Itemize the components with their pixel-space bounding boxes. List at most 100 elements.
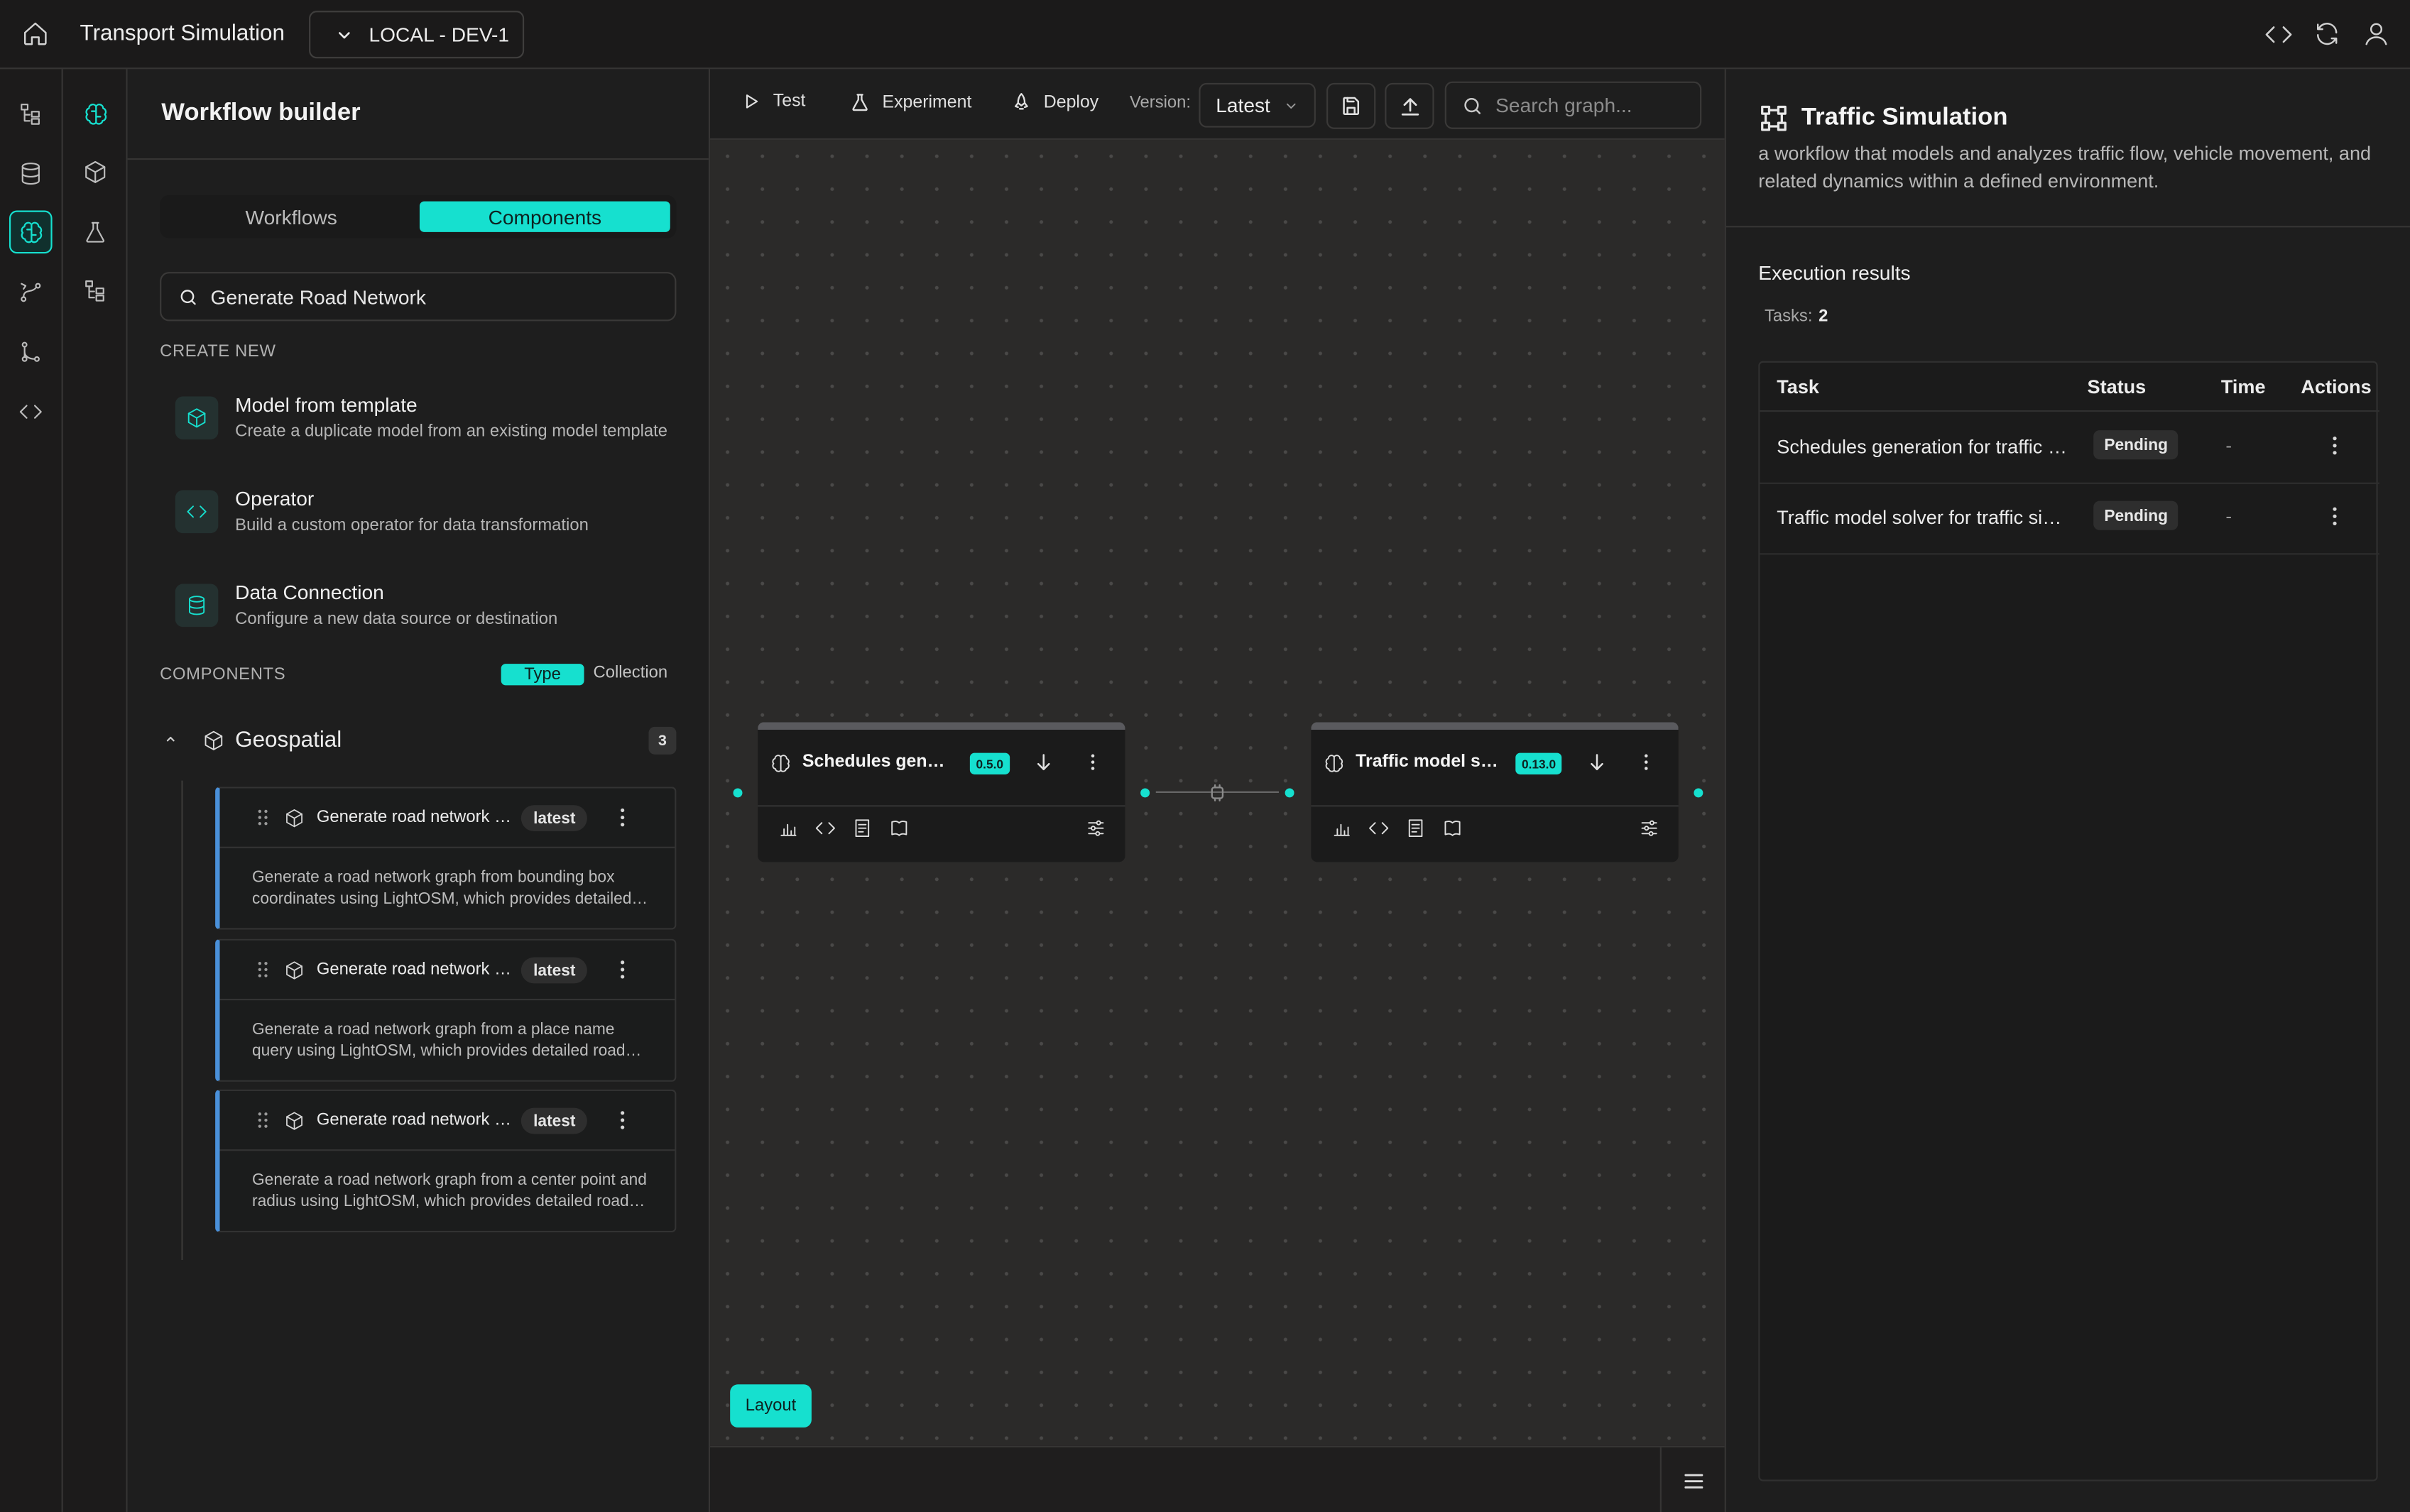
more-vertical-icon[interactable] <box>610 958 635 982</box>
create-data-connection[interactable]: Data Connection Configure a new data sou… <box>175 581 667 648</box>
table-row[interactable]: Schedules generation for traffic simulat… <box>1760 413 2379 484</box>
menu-button[interactable] <box>1659 1447 1725 1512</box>
cube-icon[interactable] <box>74 150 117 194</box>
create-new-heading: CREATE NEW <box>160 342 276 361</box>
component-card[interactable]: Generate road network from bounding box … <box>215 787 677 930</box>
brain-icon[interactable] <box>9 210 53 254</box>
book-icon[interactable] <box>888 818 910 839</box>
components-heading: COMPONENTS <box>160 665 286 684</box>
settings-sliders-icon[interactable] <box>1085 818 1106 839</box>
column-header-status[interactable]: Status <box>2088 376 2147 398</box>
environment-select[interactable]: LOCAL - DEV-1 <box>309 11 525 59</box>
bar-chart-icon[interactable] <box>1331 818 1353 839</box>
more-vertical-icon[interactable] <box>610 1108 635 1133</box>
status-badge: Pending <box>2093 430 2179 460</box>
hierarchy-icon[interactable] <box>74 269 117 312</box>
upload-icon <box>1398 94 1421 117</box>
settings-sliders-icon[interactable] <box>1638 818 1659 839</box>
component-card[interactable]: Generate road network from point latest … <box>215 1089 677 1233</box>
more-vertical-icon[interactable] <box>2323 433 2348 458</box>
drag-handle-icon[interactable] <box>255 960 271 979</box>
workflow-node-schedules[interactable]: Schedules generation for traffic simulat… <box>758 722 1125 862</box>
upload-button[interactable] <box>1385 82 1434 129</box>
grouping-toggle: Type Collection <box>501 664 673 686</box>
status-badge: Pending <box>2093 500 2179 530</box>
test-button[interactable]: Test <box>743 92 806 111</box>
arrow-down-icon[interactable] <box>1033 751 1054 772</box>
more-vertical-icon[interactable] <box>610 805 635 830</box>
user-icon[interactable] <box>2362 20 2390 48</box>
home-icon[interactable] <box>21 20 49 48</box>
cube-icon <box>284 1111 304 1131</box>
code-icon[interactable] <box>1368 818 1389 839</box>
tasks-count: Tasks: 2 <box>1765 307 1828 326</box>
tab-workflows[interactable]: Workflows <box>166 202 417 232</box>
code-icon[interactable] <box>2264 20 2293 49</box>
hierarchy-icon[interactable] <box>9 92 53 136</box>
component-name: Generate road network from point <box>316 1111 513 1129</box>
edge-handle-icon[interactable] <box>1208 784 1226 802</box>
cube-icon <box>175 396 219 440</box>
book-icon[interactable] <box>1441 818 1463 839</box>
cube-icon <box>284 960 304 980</box>
component-description-text: Generate a road network graph from bound… <box>251 867 632 909</box>
cube-icon <box>203 730 224 751</box>
group-by-type-button[interactable]: Type <box>501 664 584 686</box>
search-icon <box>1462 94 1483 116</box>
group-by-collection-button[interactable]: Collection <box>594 664 668 682</box>
drag-handle-icon[interactable] <box>255 1111 271 1129</box>
document-icon[interactable] <box>1405 818 1426 839</box>
column-header-time[interactable]: Time <box>2221 376 2266 398</box>
database-icon[interactable] <box>9 152 53 195</box>
table-row[interactable]: Traffic model solver for traffic simulat… <box>1760 484 2379 555</box>
tab-components[interactable]: Components <box>419 201 670 232</box>
task-name: Traffic model solver for traffic simulat… <box>1777 507 2072 529</box>
flask-icon[interactable] <box>74 211 117 254</box>
component-search-input[interactable]: Generate Road Network <box>160 272 677 322</box>
experiment-button[interactable]: Experiment <box>850 92 971 112</box>
column-header-task[interactable]: Task <box>1777 376 1819 398</box>
save-icon <box>1341 95 1362 116</box>
test-label: Test <box>773 92 806 111</box>
drag-handle-icon[interactable] <box>255 809 271 827</box>
create-item-title: Operator <box>235 487 315 510</box>
component-description: Generate a road network graph from a cen… <box>252 1169 655 1212</box>
brain-icon[interactable] <box>74 92 117 136</box>
play-icon <box>743 92 761 111</box>
git-branch-icon[interactable] <box>9 330 53 373</box>
component-card[interactable]: Generate road network from place latest … <box>215 938 677 1082</box>
more-vertical-icon[interactable] <box>1082 751 1103 772</box>
deploy-button[interactable]: Deploy <box>1011 92 1098 112</box>
code-icon[interactable] <box>9 390 53 434</box>
rocket-icon <box>1011 92 1031 112</box>
node-header: Traffic model solver for traffic simulat… <box>1311 730 1679 807</box>
node-output-port[interactable] <box>1140 788 1150 798</box>
component-description: Generate a road network graph from bound… <box>252 867 655 910</box>
create-operator[interactable]: Operator Build a custom operator for dat… <box>175 487 667 554</box>
flow-icon[interactable] <box>9 270 53 314</box>
create-model-from-template[interactable]: Model from template Create a duplicate m… <box>175 393 667 461</box>
code-icon[interactable] <box>814 818 836 839</box>
execution-results-title: Execution results <box>1758 261 1911 285</box>
layout-button[interactable]: Layout <box>730 1384 812 1428</box>
bar-chart-icon[interactable] <box>778 818 799 839</box>
node-input-port[interactable] <box>1285 788 1294 798</box>
version-select[interactable]: Latest <box>1199 82 1316 128</box>
component-description-text: Generate a road network graph from a pla… <box>251 1020 626 1061</box>
workflow-node-traffic-solver[interactable]: Traffic model solver for traffic simulat… <box>1311 722 1679 862</box>
more-vertical-icon[interactable] <box>2323 504 2348 529</box>
refresh-icon[interactable] <box>2313 20 2341 48</box>
group-geospatial[interactable]: Geospatial 3 <box>160 724 677 758</box>
document-icon[interactable] <box>851 818 873 839</box>
search-value: Generate Road Network <box>210 285 427 309</box>
node-input-port[interactable] <box>733 788 743 798</box>
chevron-up-icon[interactable] <box>165 733 177 745</box>
task-time: - <box>2225 434 2232 456</box>
workflow-details-panel: Traffic Simulation a workflow that model… <box>1724 69 2410 1512</box>
save-button[interactable] <box>1326 82 1376 129</box>
component-card-header: Generate road network from point latest <box>219 1091 675 1151</box>
graph-search-input[interactable]: Search graph... <box>1444 81 1702 129</box>
arrow-down-icon[interactable] <box>1586 751 1608 772</box>
more-vertical-icon[interactable] <box>1635 751 1657 772</box>
node-output-port[interactable] <box>1694 788 1703 798</box>
